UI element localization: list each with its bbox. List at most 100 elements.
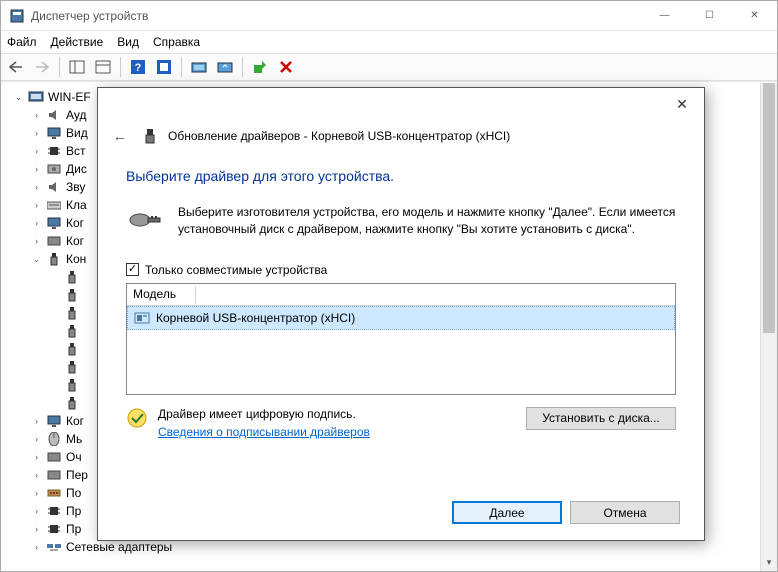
enable-button[interactable] — [249, 56, 271, 78]
dialog-titlebar: ✕ — [98, 88, 704, 120]
install-from-disk-button[interactable]: Установить с диска... — [526, 407, 676, 430]
expand-icon[interactable]: › — [31, 452, 42, 463]
vertical-scrollbar[interactable]: ▴ ▾ — [760, 83, 777, 571]
expand-icon[interactable] — [49, 290, 60, 301]
expand-icon[interactable]: › — [31, 416, 42, 427]
tree-item-label: Вст — [66, 144, 86, 158]
device-icon — [46, 503, 62, 519]
signature-link[interactable]: Сведения о подписывании драйверов — [158, 425, 370, 439]
expand-icon[interactable]: ⌄ — [31, 254, 42, 265]
help-button[interactable]: ? — [127, 56, 149, 78]
device-icon — [46, 521, 62, 537]
expand-icon[interactable]: › — [31, 236, 42, 247]
usb-device-icon — [142, 128, 158, 144]
computer-icon — [28, 89, 44, 105]
device-icon — [46, 107, 62, 123]
close-button[interactable]: ✕ — [732, 1, 777, 30]
app-icon — [9, 8, 25, 24]
action-button[interactable] — [153, 56, 175, 78]
dialog-back-button[interactable]: ← — [108, 124, 132, 148]
expand-icon[interactable]: › — [31, 506, 42, 517]
signature-text: Драйвер имеет цифровую подпись. — [158, 407, 370, 421]
device-icon — [46, 161, 62, 177]
expand-icon[interactable]: › — [31, 146, 42, 157]
expand-icon[interactable]: › — [31, 470, 42, 481]
dialog-close-button[interactable]: ✕ — [666, 90, 698, 118]
tree-item-label: Пер — [66, 468, 88, 482]
forward-button[interactable] — [31, 56, 53, 78]
dialog-heading: Выберите драйвер для этого устройства. — [126, 168, 676, 184]
minimize-button[interactable]: — — [642, 1, 687, 30]
dialog-buttons: Далее Отмена — [452, 501, 680, 524]
svg-text:?: ? — [135, 62, 142, 74]
driver-item-icon — [134, 310, 150, 326]
expand-icon[interactable]: › — [31, 218, 42, 229]
tree-item-label: Оч — [66, 450, 82, 464]
expand-icon[interactable]: › — [31, 542, 42, 553]
expand-icon[interactable]: › — [31, 164, 42, 175]
dialog-header: ← Обновление драйверов - Корневой USB-ко… — [98, 120, 704, 152]
titlebar: Диспетчер устройств — ☐ ✕ — [1, 1, 777, 31]
menubar: Файл Действие Вид Справка — [1, 31, 777, 53]
device-icon — [64, 377, 80, 393]
device-icon — [64, 395, 80, 411]
expand-icon[interactable] — [49, 344, 60, 355]
device-icon — [64, 323, 80, 339]
expand-icon[interactable] — [49, 362, 60, 373]
expand-icon[interactable] — [49, 380, 60, 391]
list-column-header[interactable]: Модель — [127, 284, 675, 306]
tree-item-label: Зву — [66, 180, 85, 194]
list-item-label: Корневой USB-концентратор (xHCI) — [156, 311, 355, 325]
expand-icon[interactable] — [49, 272, 60, 283]
model-listbox[interactable]: Модель Корневой USB-концентратор (xHCI) — [126, 283, 676, 395]
expand-icon[interactable]: › — [31, 434, 42, 445]
next-button[interactable]: Далее — [452, 501, 562, 524]
tree-item-label: Ауд — [66, 108, 86, 122]
tree-item-label: Вид — [66, 126, 88, 140]
scroll-thumb[interactable] — [763, 83, 775, 333]
tree-item-label: Ког — [66, 216, 84, 230]
collapse-icon[interactable]: ⌄ — [13, 92, 24, 103]
tree-item-label: Дис — [66, 162, 87, 176]
show-hide-button[interactable] — [66, 56, 88, 78]
menu-action[interactable]: Действие — [51, 35, 104, 49]
expand-icon[interactable] — [49, 398, 60, 409]
expand-icon[interactable] — [49, 308, 60, 319]
update-button[interactable] — [214, 56, 236, 78]
device-icon — [64, 269, 80, 285]
signature-row: Драйвер имеет цифровую подпись. Сведения… — [126, 395, 676, 439]
instructions-text: Выберите изготовителя устройства, его мо… — [178, 204, 676, 239]
tree-item-label: Пр — [66, 504, 81, 518]
scan-button[interactable] — [188, 56, 210, 78]
toolbar: ? — [1, 53, 777, 81]
device-icon — [46, 215, 62, 231]
tree-item-label: Кла — [66, 198, 87, 212]
maximize-button[interactable]: ☐ — [687, 1, 732, 30]
compatible-checkbox-row[interactable]: ✓ Только совместимые устройства — [126, 263, 676, 277]
expand-icon[interactable]: › — [31, 128, 42, 139]
expand-icon[interactable]: › — [31, 182, 42, 193]
properties-button[interactable] — [92, 56, 114, 78]
cancel-button[interactable]: Отмена — [570, 501, 680, 524]
menu-help[interactable]: Справка — [153, 35, 200, 49]
back-button[interactable] — [5, 56, 27, 78]
expand-icon[interactable]: › — [31, 200, 42, 211]
list-item-selected[interactable]: Корневой USB-концентратор (xHCI) — [127, 306, 675, 330]
checkbox-icon[interactable]: ✓ — [126, 263, 139, 276]
menu-file[interactable]: Файл — [7, 35, 37, 49]
expand-icon[interactable]: › — [31, 524, 42, 535]
tree-item-label: Мь — [66, 432, 82, 446]
tree-item-label: Пр — [66, 522, 81, 536]
uninstall-button[interactable] — [275, 56, 297, 78]
scroll-down-icon[interactable]: ▾ — [761, 554, 777, 571]
device-icon — [64, 359, 80, 375]
device-icon — [46, 143, 62, 159]
device-icon — [46, 179, 62, 195]
expand-icon[interactable]: › — [31, 110, 42, 121]
signed-shield-icon — [126, 407, 148, 429]
device-icon — [46, 431, 62, 447]
expand-icon[interactable]: › — [31, 488, 42, 499]
menu-view[interactable]: Вид — [117, 35, 139, 49]
expand-icon[interactable] — [49, 326, 60, 337]
tree-item-label: Ког — [66, 234, 84, 248]
